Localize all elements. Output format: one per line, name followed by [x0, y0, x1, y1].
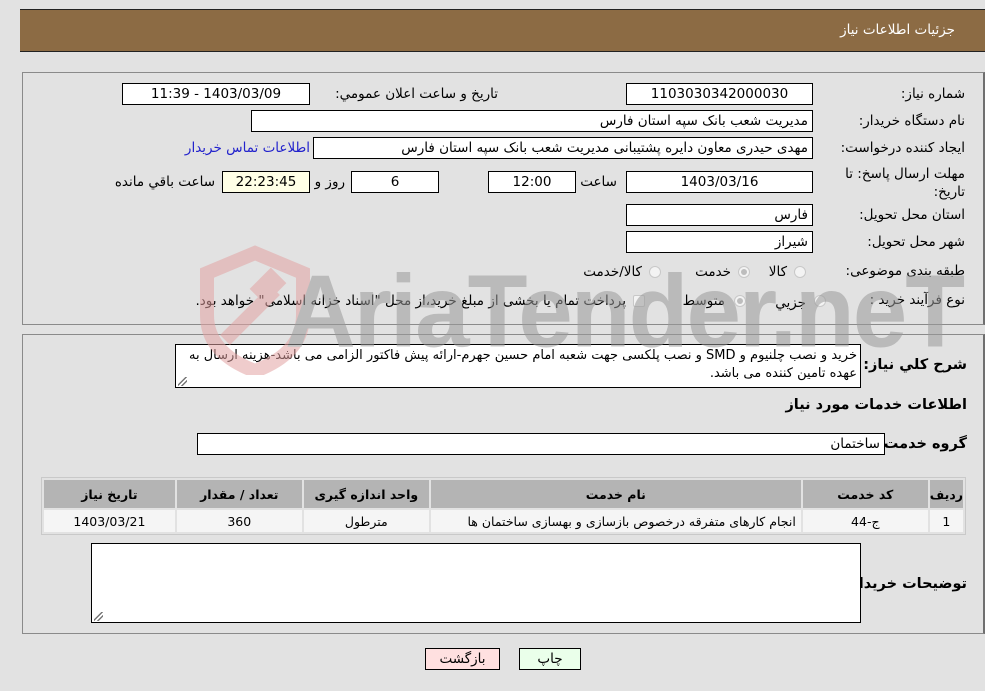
- city-field[interactable]: شیراز: [626, 231, 813, 253]
- service-group-field[interactable]: ساختمان: [197, 433, 885, 455]
- remaining-days-field[interactable]: 6: [351, 171, 439, 193]
- col-header-qty: تعداد / مقدار: [176, 480, 302, 508]
- deadline-time-field[interactable]: 12:00: [488, 171, 576, 193]
- creator-field[interactable]: مهدی حیدری معاون دایره پشتیبانی مدیریت ش…: [313, 137, 813, 159]
- remaining-time-field: 22:23:45: [222, 171, 310, 193]
- cell-row: 1: [929, 510, 963, 532]
- cell-qty: 360: [176, 510, 302, 532]
- remaining-time-label: ساعت باقي مانده: [114, 174, 215, 190]
- cell-unit: مترطول: [303, 510, 429, 532]
- back-button[interactable]: بازگشت: [425, 648, 500, 670]
- process-option-medium: متوسط: [682, 293, 725, 309]
- buyer-notes-label: توضيحات خريدار:: [844, 576, 967, 592]
- page-header: جزئیات اطلاعات نیاز: [20, 9, 985, 52]
- col-header-date: تاريخ نياز: [44, 480, 175, 508]
- details-panel: شماره نیاز: 1103030342000030 تاریخ و ساع…: [22, 72, 985, 325]
- resize-grip-icon[interactable]: [94, 612, 103, 621]
- deadline-date-field[interactable]: 1403/03/16: [626, 171, 813, 193]
- announce-date-label: تاریخ و ساعت اعلان عمومي:: [335, 86, 498, 102]
- col-header-code: کد خدمت: [802, 480, 928, 508]
- deadline-time-label: ساعت: [580, 174, 617, 190]
- category-radio-service[interactable]: [738, 266, 750, 278]
- col-header-unit: واحد اندازه گیری: [303, 480, 429, 508]
- cell-code: ج-44: [802, 510, 928, 532]
- services-panel: شرح کلي نياز: خرید و نصب چلنیوم و SMD و …: [22, 334, 985, 634]
- category-radio-goods-service[interactable]: [649, 266, 661, 278]
- service-group-label: گروه خدمت:: [877, 436, 967, 452]
- table-row: 1 ج-44 انجام کارهای متفرقه درخصوص بازساز…: [44, 510, 963, 532]
- services-table: رديف کد خدمت نام خدمت واحد اندازه گیری ت…: [41, 477, 966, 535]
- treasury-checkbox[interactable]: [633, 295, 645, 307]
- cell-date: 1403/03/21: [44, 510, 175, 532]
- print-button[interactable]: چاپ: [519, 648, 581, 670]
- buyer-org-label: نام دستگاه خریدار:: [858, 113, 965, 129]
- services-section-title: اطلاعات خدمات مورد نياز: [785, 397, 967, 413]
- table-header-row: رديف کد خدمت نام خدمت واحد اندازه گیری ت…: [44, 480, 963, 508]
- cell-name: انجام کارهای متفرقه درخصوص بازسازی و بهس…: [430, 510, 801, 532]
- process-radio-medium[interactable]: [734, 295, 746, 307]
- city-label: شهر محل تحویل:: [867, 234, 965, 250]
- description-text: خرید و نصب چلنیوم و SMD و نصب پلکسی جهت …: [189, 348, 857, 381]
- category-option-goods-service: کالا/خدمت: [583, 264, 642, 280]
- buyer-org-field[interactable]: مدیریت شعب بانک سپه استان فارس: [251, 110, 813, 132]
- creator-label: ایجاد کننده درخواست:: [840, 140, 965, 156]
- buyer-contact-link[interactable]: اطلاعات تماس خریدار: [185, 140, 310, 156]
- process-option-minor: جزيي: [775, 295, 806, 311]
- col-header-name: نام خدمت: [430, 480, 801, 508]
- treasury-note: پرداخت تمام یا بخشی از مبلغ خرید،از محل …: [195, 293, 626, 309]
- resize-grip-icon[interactable]: [178, 377, 187, 386]
- category-radio-goods[interactable]: [794, 266, 806, 278]
- page-title: جزئیات اطلاعات نیاز: [840, 22, 955, 38]
- description-label: شرح کلي نياز:: [863, 357, 967, 373]
- process-radio-minor[interactable]: [814, 295, 826, 307]
- province-field[interactable]: فارس: [626, 204, 813, 226]
- purchase-process-label: نوع فرآیند خرید :: [869, 292, 965, 308]
- need-number-label: شماره نیاز:: [900, 86, 965, 102]
- province-label: استان محل تحویل:: [859, 207, 965, 223]
- col-header-row: رديف: [929, 480, 963, 508]
- buyer-notes-textarea[interactable]: [91, 543, 861, 623]
- days-label: روز و: [314, 174, 345, 190]
- need-number-field[interactable]: 1103030342000030: [626, 83, 813, 105]
- description-textarea[interactable]: خرید و نصب چلنیوم و SMD و نصب پلکسی جهت …: [175, 344, 861, 388]
- deadline-label: مهلت ارسال پاسخ: تا تاریخ:: [845, 166, 965, 200]
- category-option-service: خدمت: [695, 264, 731, 280]
- category-option-goods: کالا: [768, 264, 787, 280]
- category-label: طبقه بندی موضوعی:: [845, 263, 965, 279]
- announce-date-field[interactable]: 1403/03/09 - 11:39: [122, 83, 310, 105]
